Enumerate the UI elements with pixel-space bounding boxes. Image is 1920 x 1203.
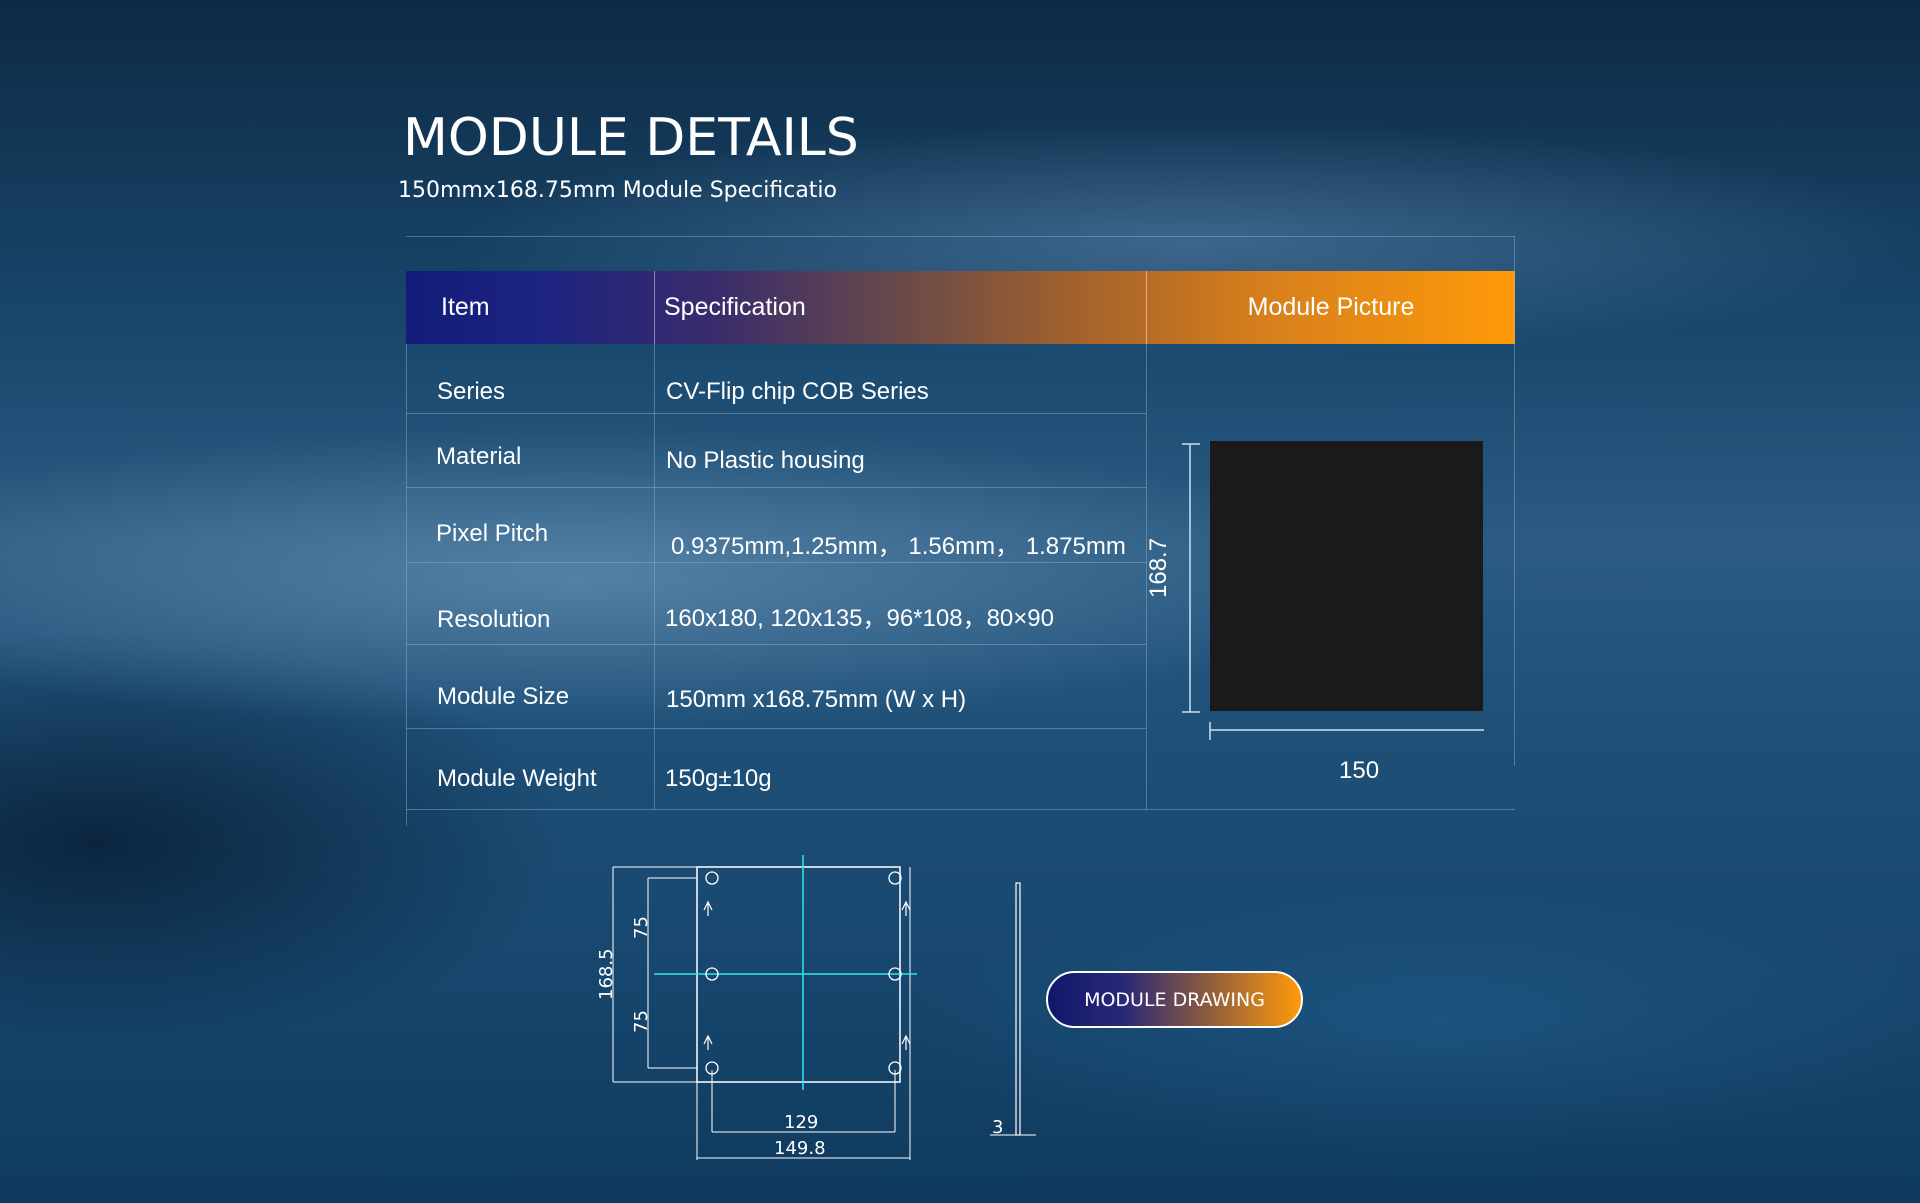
column-divider xyxy=(406,344,407,826)
row-resolution-item: Resolution xyxy=(437,606,551,633)
picture-width-label: 150 xyxy=(1339,757,1380,784)
row-divider xyxy=(406,728,1146,729)
column-divider xyxy=(1514,236,1515,766)
row-divider xyxy=(406,644,1146,645)
row-resolution-spec: 160x180, 120x135，96*108，80×90 xyxy=(665,605,1054,632)
page-subtitle: 150mmx168.75mm Module Specificatio xyxy=(398,178,838,203)
picture-height-label: 168.7 xyxy=(1145,537,1172,598)
header-module-picture: Module Picture xyxy=(1247,293,1415,321)
row-module-weight-item: Module Weight xyxy=(437,765,597,792)
row-material-item: Material xyxy=(436,443,522,470)
drawing-hole-span-label: 129 xyxy=(784,1112,819,1133)
row-divider xyxy=(406,413,1146,414)
header-item: Item xyxy=(441,293,490,321)
page-title: MODULE DETAILS xyxy=(403,108,859,168)
header-divider xyxy=(654,271,655,344)
drawing-height-label: 168.5 xyxy=(596,948,617,1000)
module-drawing-button[interactable]: MODULE DRAWING xyxy=(1046,971,1303,1028)
row-module-size-spec: 150mm x168.75mm (W x H) xyxy=(666,686,967,713)
row-divider xyxy=(406,562,1146,563)
row-series-item: Series xyxy=(437,378,506,405)
table-header: Item Specification Module Picture xyxy=(406,271,1515,344)
top-divider xyxy=(406,236,1515,237)
row-divider xyxy=(406,809,1515,810)
drawing-thickness-label: 3 xyxy=(992,1117,1004,1138)
row-pixel-pitch-item: Pixel Pitch xyxy=(436,520,549,547)
row-material-spec: No Plastic housing xyxy=(666,447,865,474)
drawing-width-label: 149.8 xyxy=(774,1138,826,1159)
header-specification: Specification xyxy=(664,293,806,321)
module-picture xyxy=(1210,441,1483,711)
row-series-spec: CV-Flip chip COB Series xyxy=(666,378,929,405)
row-pixel-pitch-spec: 0.9375mm,1.25mm， 1.56mm， 1.875mm xyxy=(671,533,1126,560)
row-divider xyxy=(406,487,1146,488)
row-module-size-item: Module Size xyxy=(437,683,570,710)
row-module-weight-spec: 150g±10g xyxy=(665,765,772,792)
drawing-upper-half-label: 75 xyxy=(631,916,652,939)
drawing-lower-half-label: 75 xyxy=(631,1010,652,1033)
